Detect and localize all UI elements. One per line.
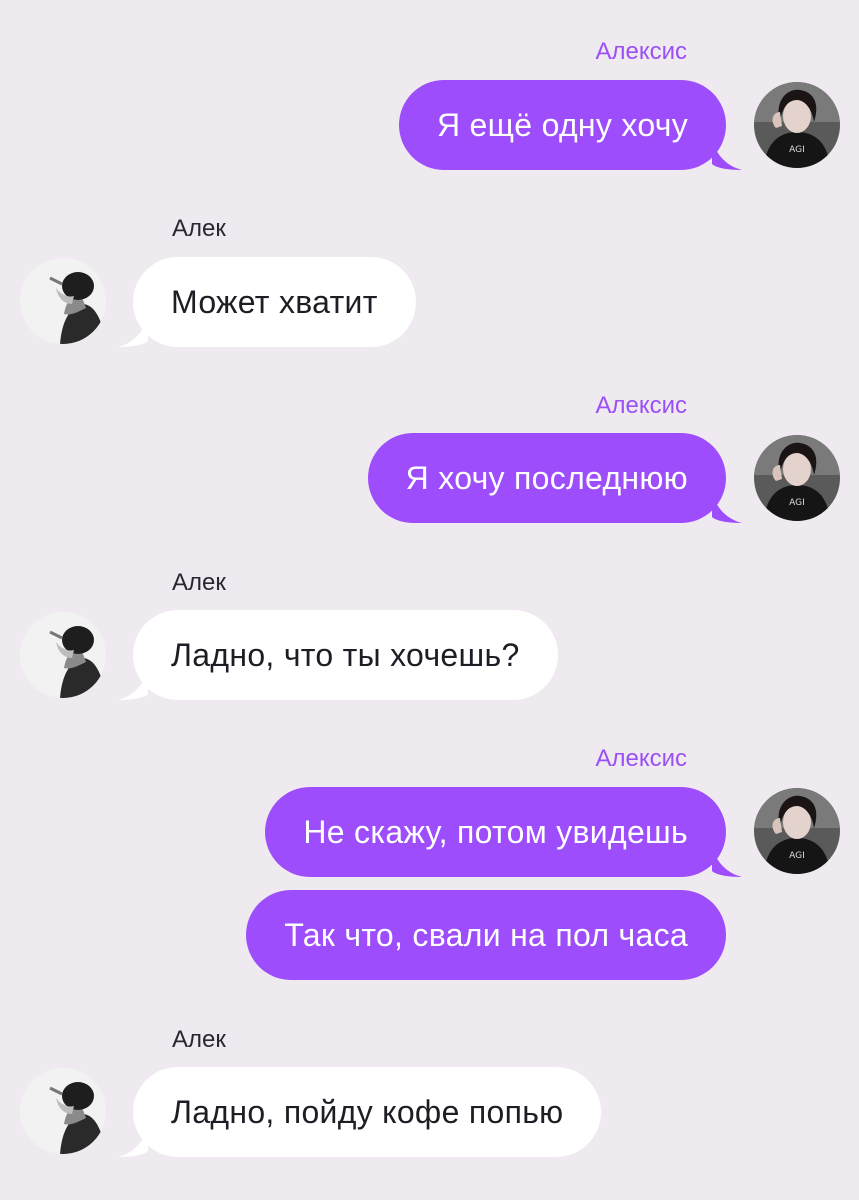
avatar-alek[interactable] xyxy=(20,258,106,344)
avatar-alexis-photo: AGI xyxy=(754,82,840,168)
outgoing-message-bubble[interactable]: Не скажу, потом увидешь xyxy=(265,787,726,877)
avatar-alek-photo xyxy=(20,258,106,344)
avatar-alexis-photo: AGI xyxy=(754,435,840,521)
avatar-alexis[interactable]: AGI xyxy=(754,435,840,521)
sender-name-alexis: Алексис xyxy=(595,745,687,772)
outgoing-message-bubble[interactable]: Так что, свали на пол часа xyxy=(246,890,726,980)
incoming-message-bubble[interactable]: Ладно, что ты хочешь? xyxy=(133,610,558,700)
sender-name-alexis: Алексис xyxy=(595,392,687,419)
bubble-tail xyxy=(712,493,742,523)
sender-name-alek: Алек xyxy=(172,1026,226,1053)
avatar-alek-photo xyxy=(20,1068,106,1154)
avatar-alexis[interactable]: AGI xyxy=(754,788,840,874)
sender-name-alek: Алек xyxy=(172,569,226,596)
svg-text:AGI: AGI xyxy=(789,851,805,861)
avatar-alexis-photo: AGI xyxy=(754,788,840,874)
sender-name-alexis: Алексис xyxy=(595,38,687,65)
outgoing-message-bubble[interactable]: Я хочу последнюю xyxy=(367,433,726,523)
sender-name-alek: Алек xyxy=(172,215,226,242)
svg-text:AGI: AGI xyxy=(789,498,805,508)
bubble-tail xyxy=(118,317,148,347)
bubble-tail xyxy=(712,847,742,877)
avatar-alek-photo xyxy=(20,612,106,698)
chat-thread: Алексис Я ещё одну хочу AGI Алек Может х… xyxy=(0,0,859,1200)
avatar-alexis[interactable]: AGI xyxy=(754,82,840,168)
bubble-tail xyxy=(712,140,742,170)
bubble-tail xyxy=(118,670,148,700)
incoming-message-bubble[interactable]: Ладно, пойду кофе попью xyxy=(133,1067,602,1157)
bubble-tail xyxy=(118,1127,148,1157)
incoming-message-bubble[interactable]: Может хватит xyxy=(133,257,416,347)
svg-text:AGI: AGI xyxy=(789,145,805,155)
avatar-alek[interactable] xyxy=(20,1068,106,1154)
outgoing-message-bubble[interactable]: Я ещё одну хочу xyxy=(398,80,726,170)
avatar-alek[interactable] xyxy=(20,612,106,698)
